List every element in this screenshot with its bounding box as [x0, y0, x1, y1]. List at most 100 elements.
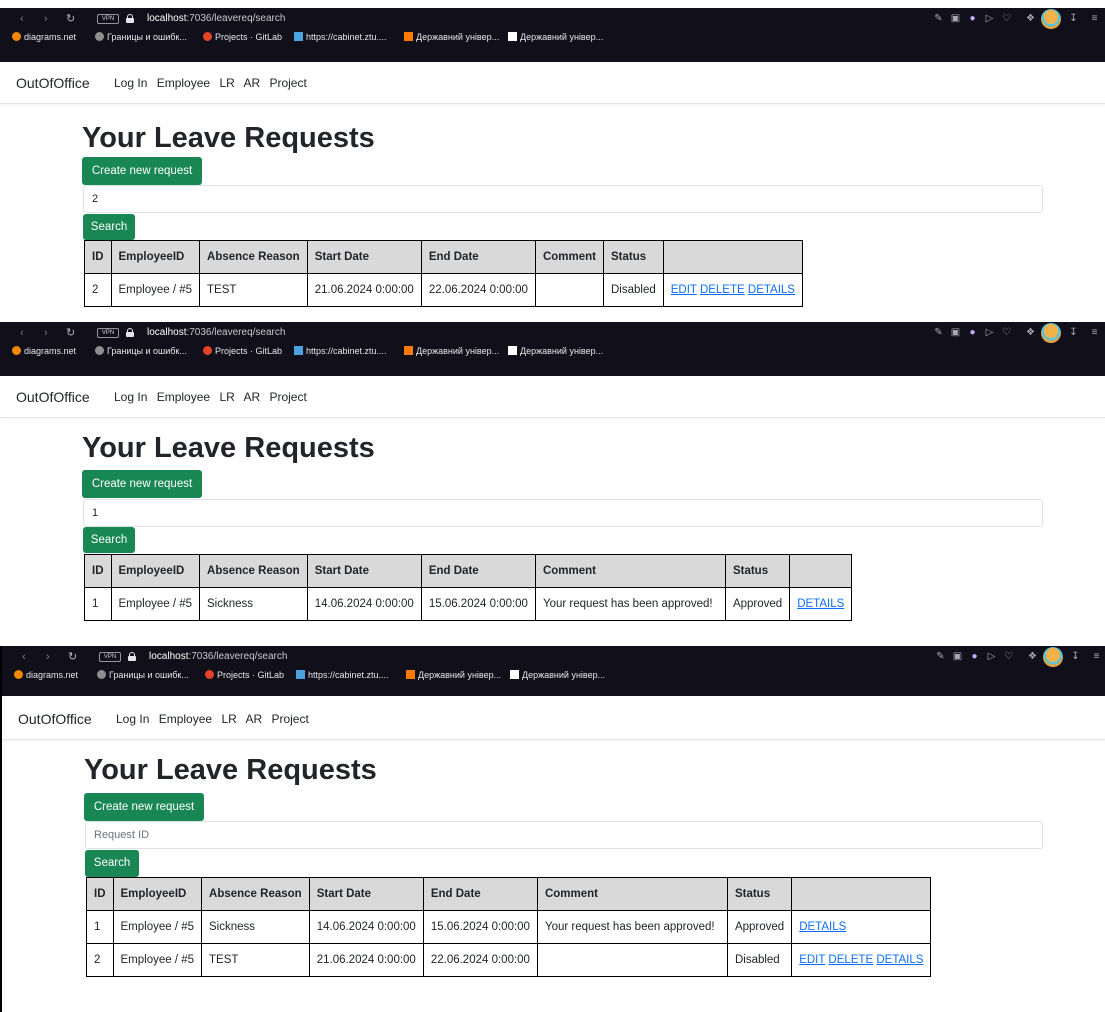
- edit-link[interactable]: EDIT: [799, 954, 825, 966]
- delete-link[interactable]: DELETE: [828, 954, 873, 966]
- shield-icon[interactable]: ●: [967, 13, 978, 24]
- bookmark-errors[interactable]: Границы и ошибк...: [97, 668, 189, 682]
- bookmark-diagrams[interactable]: diagrams.net: [14, 668, 78, 682]
- camera-icon[interactable]: ▣: [952, 651, 963, 662]
- nav-employee[interactable]: Employee: [159, 712, 212, 726]
- search-input[interactable]: 2: [83, 185, 1043, 213]
- create-request-button[interactable]: Create new request: [82, 157, 202, 185]
- create-request-button[interactable]: Create new request: [82, 470, 202, 498]
- bookmark-diagrams[interactable]: diagrams.net: [12, 344, 76, 358]
- details-link[interactable]: DETAILS: [797, 598, 844, 610]
- nav-project[interactable]: Project: [269, 390, 306, 404]
- create-request-button[interactable]: Create new request: [84, 793, 204, 821]
- document-icon: [508, 32, 517, 41]
- bookmark-cabinet[interactable]: https://cabinet.ztu....: [294, 344, 387, 358]
- address-bar[interactable]: localhost:7036/leavereq/search: [147, 8, 285, 30]
- bookmark-diagrams[interactable]: diagrams.net: [12, 30, 76, 44]
- download-icon[interactable]: ↧: [1068, 327, 1079, 338]
- avatar-icon[interactable]: [1043, 647, 1063, 667]
- shield-icon[interactable]: ●: [969, 651, 980, 662]
- download-icon[interactable]: ↧: [1070, 651, 1081, 662]
- page-title: Your Leave Requests: [82, 122, 375, 154]
- nav-lr[interactable]: LR: [219, 76, 234, 90]
- details-link[interactable]: DETAILS: [876, 954, 923, 966]
- heart-icon[interactable]: ♡: [1003, 651, 1014, 662]
- address-bar[interactable]: localhost:7036/leavereq/search: [147, 322, 285, 344]
- search-button[interactable]: Search: [85, 850, 139, 877]
- nav-login[interactable]: Log In: [114, 76, 147, 90]
- search-button[interactable]: Search: [83, 527, 135, 553]
- bookmark-errors[interactable]: Границы и ошибк...: [95, 344, 187, 358]
- menu-icon[interactable]: ≡: [1089, 327, 1100, 338]
- bookmark-gitlab[interactable]: Projects · GitLab: [203, 344, 282, 358]
- cube-icon[interactable]: ❖: [1025, 327, 1036, 338]
- address-bar[interactable]: localhost:7036/leavereq/search: [149, 646, 287, 668]
- heart-icon[interactable]: ♡: [1001, 327, 1012, 338]
- edit-icon[interactable]: ✎: [935, 651, 946, 662]
- forward-icon[interactable]: ›: [44, 8, 48, 30]
- bookmark-university-2[interactable]: Державний універ...: [508, 344, 603, 358]
- forward-icon[interactable]: ›: [44, 322, 48, 344]
- vpn-badge[interactable]: VPN: [97, 328, 119, 338]
- bookmark-gitlab[interactable]: Projects · GitLab: [203, 30, 282, 44]
- nav-employee[interactable]: Employee: [157, 390, 210, 404]
- camera-icon[interactable]: ▣: [950, 327, 961, 338]
- search-input[interactable]: 1: [83, 499, 1043, 527]
- shield-icon[interactable]: ●: [967, 327, 978, 338]
- reload-icon[interactable]: ↻: [66, 8, 75, 30]
- nav-login[interactable]: Log In: [114, 390, 147, 404]
- bookmark-errors[interactable]: Границы и ошибк...: [95, 30, 187, 44]
- nav-ar[interactable]: AR: [243, 76, 260, 90]
- nav-project[interactable]: Project: [269, 76, 306, 90]
- bookmark-gitlab[interactable]: Projects · GitLab: [205, 668, 284, 682]
- menu-icon[interactable]: ≡: [1089, 13, 1100, 24]
- details-link[interactable]: DETAILS: [799, 921, 846, 933]
- menu-icon[interactable]: ≡: [1091, 651, 1102, 662]
- forward-icon[interactable]: ›: [46, 646, 50, 668]
- nav-lr[interactable]: LR: [219, 390, 234, 404]
- nav-ar[interactable]: AR: [243, 390, 260, 404]
- camera-icon[interactable]: ▣: [950, 13, 961, 24]
- bookmark-cabinet[interactable]: https://cabinet.ztu....: [294, 30, 387, 44]
- nav-ar[interactable]: AR: [245, 712, 262, 726]
- brand-link[interactable]: OutOfOffice: [16, 62, 90, 104]
- vpn-badge[interactable]: VPN: [99, 652, 121, 662]
- reload-icon[interactable]: ↻: [68, 646, 77, 668]
- play-icon[interactable]: ▷: [986, 651, 997, 662]
- edit-icon[interactable]: ✎: [933, 327, 944, 338]
- page-title: Your Leave Requests: [84, 754, 377, 786]
- play-icon[interactable]: ▷: [984, 327, 995, 338]
- play-icon[interactable]: ▷: [984, 13, 995, 24]
- reload-icon[interactable]: ↻: [66, 322, 75, 344]
- cube-icon[interactable]: ❖: [1027, 651, 1038, 662]
- nav-lr[interactable]: LR: [221, 712, 236, 726]
- heart-icon[interactable]: ♡: [1001, 13, 1012, 24]
- download-icon[interactable]: ↧: [1068, 13, 1079, 24]
- brand-link[interactable]: OutOfOffice: [16, 376, 90, 418]
- nav-project[interactable]: Project: [271, 712, 308, 726]
- bookmark-university-1[interactable]: Державний універ...: [404, 344, 499, 358]
- edit-link[interactable]: EDIT: [671, 284, 697, 296]
- bookmark-university-1[interactable]: Державний універ...: [406, 668, 501, 682]
- back-icon[interactable]: ‹: [20, 8, 24, 30]
- brand-link[interactable]: OutOfOffice: [18, 698, 92, 740]
- cube-icon[interactable]: ❖: [1025, 13, 1036, 24]
- vpn-badge[interactable]: VPN: [97, 14, 119, 24]
- back-icon[interactable]: ‹: [20, 322, 24, 344]
- delete-link[interactable]: DELETE: [700, 284, 745, 296]
- nav-employee[interactable]: Employee: [157, 76, 210, 90]
- bookmark-cabinet[interactable]: https://cabinet.ztu....: [296, 668, 389, 682]
- col-actions: [789, 554, 853, 588]
- search-input[interactable]: Request ID: [85, 821, 1043, 849]
- avatar-icon[interactable]: [1041, 323, 1061, 343]
- nav-login[interactable]: Log In: [116, 712, 149, 726]
- bookmark-university-2[interactable]: Державний універ...: [510, 668, 605, 682]
- bookmark-university-2[interactable]: Державний універ...: [508, 30, 603, 44]
- avatar-icon[interactable]: [1041, 9, 1061, 29]
- edit-icon[interactable]: ✎: [933, 13, 944, 24]
- university-icon: [404, 346, 413, 355]
- details-link[interactable]: DETAILS: [748, 284, 795, 296]
- back-icon[interactable]: ‹: [22, 646, 26, 668]
- search-button[interactable]: Search: [83, 214, 135, 240]
- bookmark-university-1[interactable]: Державний універ...: [404, 30, 499, 44]
